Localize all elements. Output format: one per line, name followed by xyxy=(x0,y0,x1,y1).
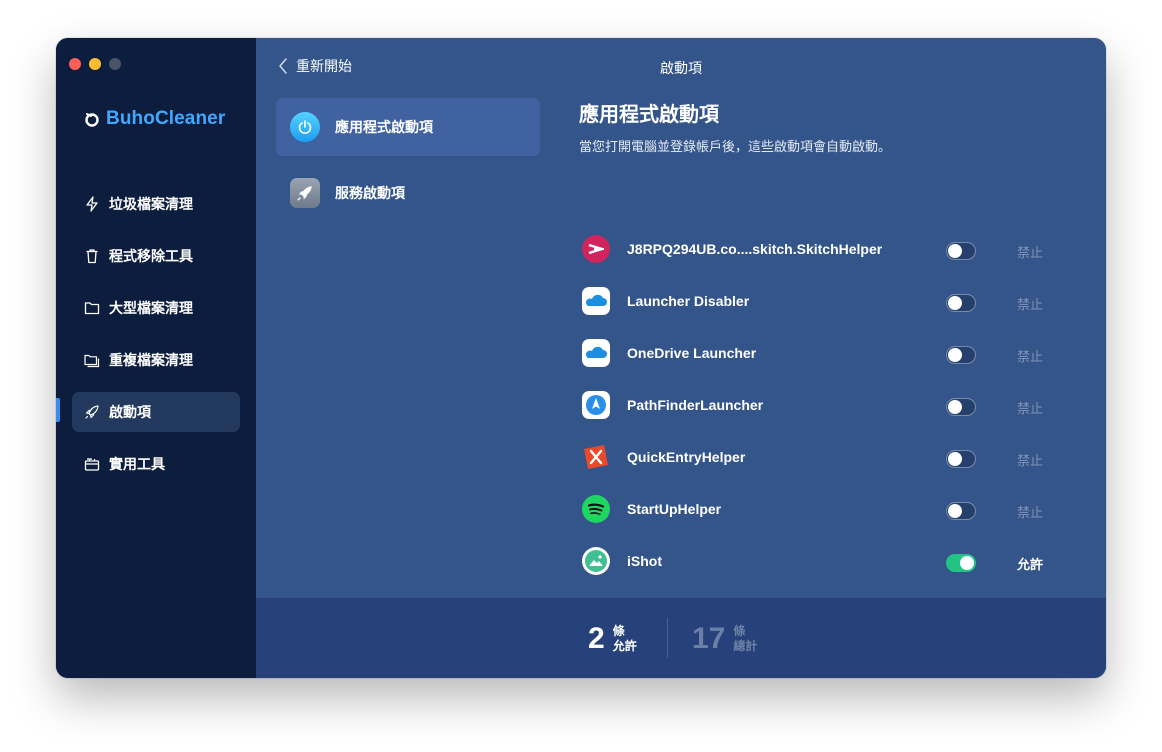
footer-divider xyxy=(667,618,668,658)
toolbox-icon xyxy=(84,458,100,471)
list-item: OneDrive Launcher 禁止 xyxy=(579,328,1079,380)
status-label: 禁止 xyxy=(1017,505,1044,520)
ishot-icon xyxy=(582,547,610,575)
total-count-label: 條 總計 xyxy=(733,624,757,654)
sidebar-item-junk-cleanup[interactable]: 垃圾檔案清理 xyxy=(72,184,240,224)
top-bar: 重新開始 啟動項 xyxy=(256,56,1106,76)
status-label: 禁止 xyxy=(1017,349,1044,364)
app-name: BuhoCleaner xyxy=(106,108,226,129)
brand: BuhoCleaner xyxy=(84,108,225,130)
zoom-window-button[interactable] xyxy=(109,58,121,70)
enable-toggle[interactable] xyxy=(946,450,976,468)
sidebar-item-large-files[interactable]: 大型檔案清理 xyxy=(72,288,240,328)
tab-label: 應用程式啟動項 xyxy=(335,119,433,135)
app-window: BuhoCleaner 垃圾檔案清理 程式移除工具 大型檔案清理 重複檔案清理 xyxy=(56,38,1106,678)
trash-icon xyxy=(86,249,98,264)
startup-type-nav: 應用程式啟動項 服務啟動項 xyxy=(276,98,540,230)
total-unit: 條 xyxy=(733,624,746,638)
tab-label: 服務啟動項 xyxy=(335,185,405,201)
status-label: 禁止 xyxy=(1017,453,1044,468)
status-label: 禁止 xyxy=(1017,401,1044,416)
quickentry-icon xyxy=(584,445,608,469)
sidebar-item-uninstaller[interactable]: 程式移除工具 xyxy=(72,236,240,276)
sidebar-item-label: 啟動項 xyxy=(109,404,151,420)
list-item: J8RPQ294UB.co....skitch.SkitchHelper 禁止 xyxy=(579,224,1079,276)
total-count: 17 xyxy=(692,622,726,655)
allowed-count: 2 xyxy=(588,622,605,655)
app-name: PathFinderLauncher xyxy=(627,397,764,413)
allowed-count-stat: 2 條 允許 xyxy=(588,622,637,656)
list-item: PathFinderLauncher 禁止 xyxy=(579,380,1079,432)
allowed-unit: 條 xyxy=(612,624,625,638)
enable-toggle[interactable] xyxy=(946,346,976,364)
tab-service-startup-items[interactable]: 服務啟動項 xyxy=(276,164,540,222)
sidebar: BuhoCleaner 垃圾檔案清理 程式移除工具 大型檔案清理 重複檔案清理 xyxy=(56,38,256,678)
tab-app-startup-items[interactable]: 應用程式啟動項 xyxy=(276,98,540,156)
allowed-count-label: 條 允許 xyxy=(613,624,637,654)
sidebar-item-label: 實用工具 xyxy=(109,456,165,472)
sidebar-item-label: 垃圾檔案清理 xyxy=(109,196,193,212)
list-item: StartUpHelper 禁止 xyxy=(579,484,1079,536)
allowed-label: 允許 xyxy=(612,639,637,653)
sidebar-item-label: 程式移除工具 xyxy=(109,248,193,264)
skitch-icon xyxy=(582,235,610,263)
status-label: 禁止 xyxy=(1017,245,1044,260)
sidebar-item-startup-items[interactable]: 啟動項 xyxy=(72,392,240,432)
app-name: iShot xyxy=(627,553,662,569)
folder-icon xyxy=(84,302,100,315)
status-label: 允許 xyxy=(1017,557,1044,572)
power-icon xyxy=(290,112,320,142)
window-controls xyxy=(69,58,121,70)
startup-items-list: J8RPQ294UB.co....skitch.SkitchHelper 禁止 … xyxy=(579,224,1079,588)
onedrive-cloud-icon xyxy=(582,339,610,367)
spotify-icon xyxy=(582,495,610,523)
list-item: iShot 允許 xyxy=(579,536,1079,588)
summary-footer: 2 條 允許 17 條 總計 xyxy=(256,598,1106,678)
status-label: 禁止 xyxy=(1017,297,1044,312)
rocket-icon xyxy=(85,405,99,419)
total-label: 總計 xyxy=(733,639,758,653)
lightning-icon xyxy=(86,196,98,212)
sidebar-item-label: 重複檔案清理 xyxy=(109,352,193,368)
section-description: 當您打開電腦並登錄帳戶後，這些啟動項會自動啟動。 xyxy=(579,139,892,154)
section-title: 應用程式啟動項 xyxy=(579,104,719,126)
app-name: OneDrive Launcher xyxy=(627,345,757,361)
app-name: QuickEntryHelper xyxy=(627,449,746,465)
app-name: J8RPQ294UB.co....skitch.SkitchHelper xyxy=(627,241,883,257)
enable-toggle[interactable] xyxy=(946,242,976,260)
sidebar-item-duplicate-files[interactable]: 重複檔案清理 xyxy=(72,340,240,380)
sidebar-item-toolkit[interactable]: 實用工具 xyxy=(72,444,240,484)
sidebar-item-label: 大型檔案清理 xyxy=(109,300,193,316)
minimize-window-button[interactable] xyxy=(89,58,101,70)
sidebar-nav: 垃圾檔案清理 程式移除工具 大型檔案清理 重複檔案清理 啟動項 實用工具 xyxy=(72,184,240,496)
enable-toggle[interactable] xyxy=(946,294,976,312)
app-name: Launcher Disabler xyxy=(627,293,750,309)
duplicate-folder-icon xyxy=(84,354,100,368)
buho-logo-icon xyxy=(85,113,99,127)
enable-toggle[interactable] xyxy=(946,502,976,520)
app-name: StartUpHelper xyxy=(627,501,722,517)
list-item: QuickEntryHelper 禁止 xyxy=(579,432,1079,484)
close-window-button[interactable] xyxy=(69,58,81,70)
list-item: Launcher Disabler 禁止 xyxy=(579,276,1079,328)
page-title: 啟動項 xyxy=(660,60,702,76)
enable-toggle[interactable] xyxy=(946,398,976,416)
pathfinder-icon xyxy=(582,391,610,419)
rocket-icon xyxy=(290,178,320,208)
active-nav-indicator xyxy=(56,398,60,422)
total-count-stat: 17 條 總計 xyxy=(692,622,757,656)
onedrive-cloud-icon xyxy=(582,287,610,315)
main-content: 重新開始 啟動項 應用程式啟動項 服務啟動項 應用程式啟動項 當您打開電腦並登錄… xyxy=(256,38,1106,678)
enable-toggle[interactable] xyxy=(946,554,976,572)
